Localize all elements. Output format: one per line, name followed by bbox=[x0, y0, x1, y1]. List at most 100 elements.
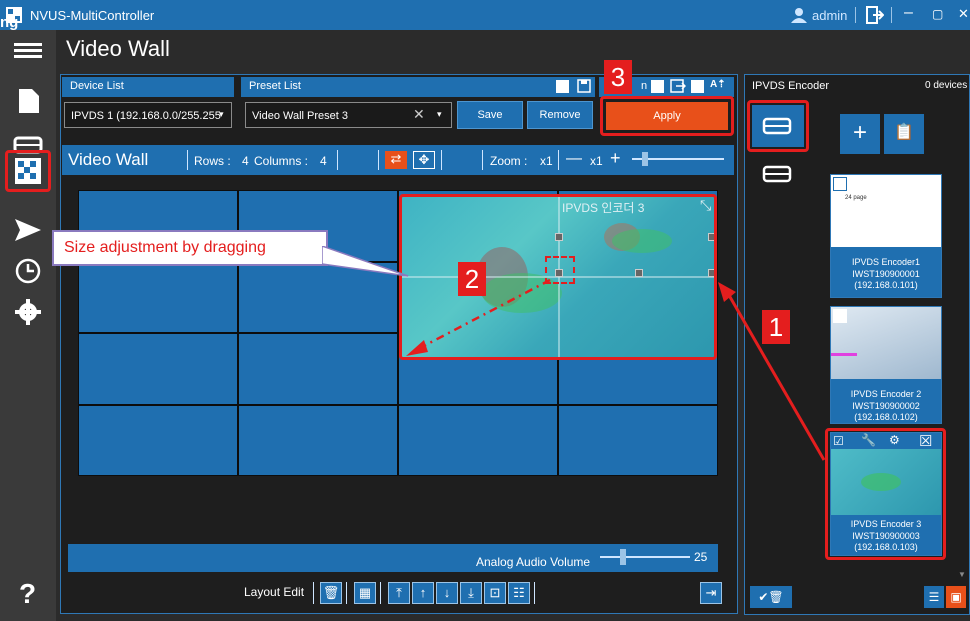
grid-cell[interactable] bbox=[558, 404, 718, 476]
callout-1-arrow bbox=[718, 282, 826, 461]
grid-cell[interactable] bbox=[238, 333, 398, 405]
grid-cell[interactable] bbox=[78, 261, 238, 333]
checkbox-icon[interactable] bbox=[556, 80, 569, 93]
document-icon[interactable] bbox=[18, 88, 40, 114]
sidebar bbox=[0, 30, 56, 621]
grid-cell[interactable] bbox=[78, 404, 238, 476]
device-list-dropdown[interactable]: IPVDS 1 (192.168.0.0/255.255 bbox=[64, 102, 232, 128]
encoder3-video-label: IPVDS 인코더 3 bbox=[562, 201, 645, 215]
separator bbox=[558, 150, 559, 170]
resize-handle[interactable] bbox=[708, 233, 714, 241]
swap-icon[interactable]: ⇄ bbox=[385, 151, 407, 169]
callout-pointer bbox=[322, 246, 409, 277]
grid-cell[interactable] bbox=[398, 404, 558, 476]
size-adjustment-callout: Size adjustment by dragging bbox=[52, 230, 328, 266]
chevron-down-icon: ▾ bbox=[219, 109, 224, 119]
save-preset-icon[interactable] bbox=[577, 79, 591, 93]
grid-layout-icon[interactable]: ▦ bbox=[354, 582, 376, 604]
app-title: NVUS-MultiController bbox=[30, 8, 155, 23]
rows-label: Rows : bbox=[194, 154, 231, 168]
checkbox-icon[interactable] bbox=[833, 309, 847, 323]
resize-handle[interactable] bbox=[635, 269, 643, 277]
clear-icon[interactable]: ✕ bbox=[413, 106, 425, 123]
paste-icon[interactable]: 📋 bbox=[884, 114, 924, 154]
columns-value: 4 bbox=[320, 154, 327, 168]
zoom-label: Zoom : bbox=[490, 154, 528, 168]
move-down-icon[interactable]: ↓ bbox=[436, 582, 458, 604]
sort-icon[interactable]: A⇡ bbox=[710, 79, 726, 90]
encoder-panel-header: IPVDS Encoder bbox=[752, 80, 830, 92]
separator bbox=[187, 150, 188, 170]
settings-gear-icon[interactable] bbox=[15, 299, 41, 325]
save-button[interactable]: Save bbox=[457, 101, 523, 129]
zoom-out-button[interactable]: — bbox=[566, 150, 582, 168]
rows-value: 4 bbox=[242, 154, 249, 168]
send-icon[interactable] bbox=[14, 218, 42, 242]
clock-icon[interactable] bbox=[15, 258, 41, 284]
scroll-down-icon[interactable]: ▼ bbox=[958, 570, 966, 579]
user-icon bbox=[791, 8, 807, 23]
hamburger-menu-icon[interactable] bbox=[14, 40, 42, 61]
encoder2-ip: (192.168.0.102) bbox=[854, 412, 918, 422]
separator bbox=[534, 582, 535, 604]
preset-list-header: Preset List bbox=[241, 77, 595, 97]
separator bbox=[337, 150, 338, 170]
columns-label: Columns : bbox=[254, 154, 309, 168]
minimize-button[interactable]: – bbox=[904, 4, 913, 22]
audio-slider-track[interactable] bbox=[600, 556, 690, 558]
device-count: 0 devices bbox=[925, 80, 968, 91]
preset-value: Video Wall Preset 3 bbox=[252, 110, 348, 122]
checkbox-icon[interactable] bbox=[833, 177, 847, 191]
encoder1-serial: IWST190900001 bbox=[852, 269, 920, 279]
separator bbox=[378, 150, 379, 170]
move-bottom-icon[interactable]: ⤓ bbox=[460, 582, 482, 604]
layout-edit-label: Layout Edit bbox=[244, 585, 305, 599]
move-icon[interactable]: ✥ bbox=[413, 151, 435, 169]
resize-handle[interactable] bbox=[708, 269, 714, 277]
encoder1-ip: (192.168.0.101) bbox=[854, 280, 918, 290]
split-icon[interactable]: ☷ bbox=[508, 582, 530, 604]
encoder-card-2[interactable]: IPVDS Encoder 2 IWST190900002 (192.168.0… bbox=[830, 306, 942, 424]
add-encoder-button[interactable]: + bbox=[840, 114, 880, 154]
resize-handle[interactable] bbox=[555, 233, 563, 241]
zoom-in-button[interactable]: + bbox=[610, 148, 621, 169]
checkbox-icon[interactable] bbox=[691, 80, 704, 93]
separator bbox=[380, 582, 381, 604]
close-button[interactable]: ✕ bbox=[958, 6, 969, 22]
select-delete-icon[interactable]: ✔🗑 bbox=[750, 586, 792, 608]
move-top-icon[interactable]: ⤒ bbox=[388, 582, 410, 604]
grid-cell[interactable] bbox=[78, 333, 238, 405]
encoder-device-icon bbox=[762, 117, 792, 135]
remove-button[interactable]: Remove bbox=[527, 101, 593, 129]
list-view-icon[interactable]: ☰ bbox=[924, 586, 944, 608]
chevron-down-icon: ▾ bbox=[437, 109, 442, 119]
titlebar-separator bbox=[891, 7, 892, 23]
help-icon[interactable]: ? bbox=[19, 578, 36, 610]
delete-layout-icon[interactable]: 🗑 bbox=[320, 582, 342, 604]
zoom-current: x1 bbox=[590, 154, 603, 168]
audio-slider-thumb[interactable] bbox=[620, 549, 626, 565]
encoder1-thumbnail: 24 page bbox=[831, 175, 941, 247]
callout-2: 2 bbox=[458, 262, 486, 296]
zoom-value: x1 bbox=[540, 154, 553, 168]
resize-icon[interactable]: ⤡ bbox=[700, 197, 711, 214]
fit-icon[interactable]: ⊡ bbox=[484, 582, 506, 604]
encoder2-name: IPVDS Encoder 2 bbox=[850, 389, 922, 399]
device-list-header: Device List bbox=[62, 77, 234, 97]
move-up-icon[interactable]: ↑ bbox=[412, 582, 434, 604]
checkbox-icon[interactable] bbox=[651, 80, 664, 93]
encoder-device-icon-2[interactable] bbox=[762, 165, 792, 183]
separator bbox=[313, 582, 314, 604]
collapse-icon[interactable]: ⇥ bbox=[700, 582, 722, 604]
video-wall-nav-icon[interactable] bbox=[15, 158, 41, 184]
encoder3-highlight bbox=[825, 428, 946, 560]
logout-icon[interactable] bbox=[866, 6, 884, 24]
grid-cell[interactable] bbox=[238, 404, 398, 476]
encoder2-thumbnail bbox=[831, 307, 941, 379]
zoom-slider-thumb[interactable] bbox=[642, 152, 648, 166]
user-name[interactable]: admin bbox=[812, 8, 847, 23]
encoder-card-1[interactable]: 24 page IPVDS Encoder1 IWST190900001 (19… bbox=[830, 174, 942, 298]
thumbnail-view-icon[interactable]: ▣ bbox=[946, 586, 966, 608]
export-icon[interactable] bbox=[670, 79, 686, 93]
maximize-button[interactable]: ▢ bbox=[932, 7, 943, 21]
